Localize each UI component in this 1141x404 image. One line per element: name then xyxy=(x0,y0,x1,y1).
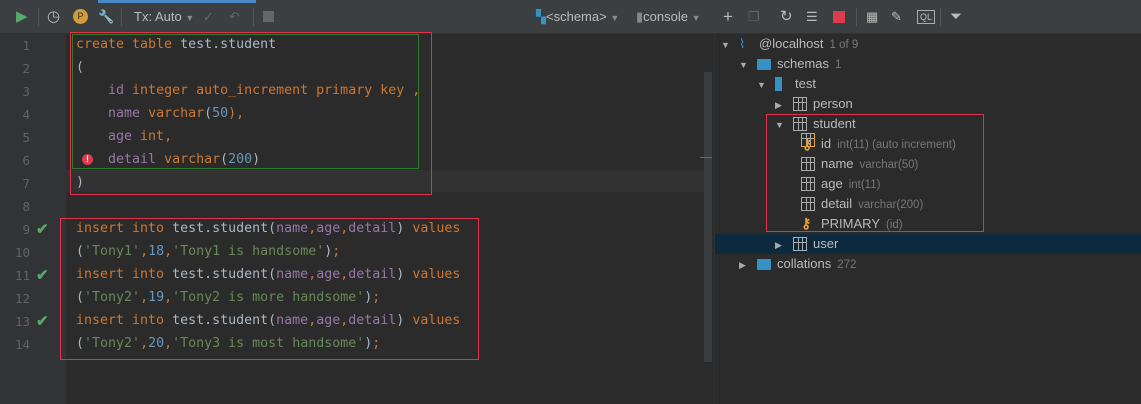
collapse-arrow-icon[interactable]: ▶ xyxy=(739,255,746,275)
filter-icon[interactable]: ⏷ xyxy=(950,8,962,26)
add-icon[interactable]: + xyxy=(723,8,733,26)
collapse-arrow-icon[interactable]: ▶ xyxy=(775,235,782,255)
separator xyxy=(38,8,39,26)
line-number: 12 xyxy=(14,291,30,306)
separator xyxy=(121,8,122,26)
tree-node-localhost[interactable]: ▼ ⌇ @localhost 1 of 9 xyxy=(715,34,1141,54)
rollback-icon[interactable]: ↶ xyxy=(229,8,240,26)
success-check-icon: ✔ xyxy=(36,267,49,284)
tree-node-label: @localhost xyxy=(759,36,824,51)
profile-icon[interactable]: P xyxy=(73,9,88,24)
line-number: 3 xyxy=(22,84,30,99)
table-view-icon[interactable]: ▦ xyxy=(866,8,878,26)
annotation-box-student xyxy=(766,114,984,232)
tree-node-text: test xyxy=(795,74,816,94)
table-icon xyxy=(793,97,807,111)
disconnect-icon[interactable] xyxy=(833,11,845,23)
error-marker xyxy=(700,157,712,158)
tree-node-meta: 272 xyxy=(837,259,857,271)
annotation-box-create xyxy=(70,32,432,195)
success-check-icon: ✔ xyxy=(36,221,49,238)
tree-node-text: schemas 1 xyxy=(777,54,841,75)
tree-node-meta: 1 of 9 xyxy=(829,39,859,51)
tree-node-person[interactable]: ▶ person xyxy=(715,94,1141,114)
line-number: 6 xyxy=(22,153,30,168)
line-number: 9 xyxy=(22,222,30,237)
editor-scrollbar[interactable] xyxy=(704,72,712,362)
folder-icon xyxy=(757,59,771,70)
tree-node-label: person xyxy=(813,96,853,111)
annotation-box-insert xyxy=(60,218,479,360)
schema-label: <schema> xyxy=(546,9,607,24)
schema-icon xyxy=(775,77,789,91)
sql-editor[interactable]: 1 2 3 4 5 6 7 8 9 ✔ 10 11 ✔ 12 13 ✔ 14 create table test… xyxy=(0,32,712,404)
toolbar: ▶ ◷ P 🔧 Tx: Auto ▼ ✓ ↶ ▚<schema> ▼ ▮cons… xyxy=(0,0,1141,34)
line-number: 1 xyxy=(22,38,30,53)
line-number: 10 xyxy=(14,245,30,260)
tx-mode-dropdown[interactable]: Tx: Auto ▼ xyxy=(134,8,194,26)
tree-node-text: @localhost 1 of 9 xyxy=(759,34,858,55)
tree-node-schemas[interactable]: ▼ schemas 1 xyxy=(715,54,1141,74)
run-icon[interactable]: ▶ xyxy=(16,8,28,26)
line-number: 14 xyxy=(14,337,30,352)
history-icon[interactable]: ◷ xyxy=(47,8,60,26)
separator xyxy=(856,8,857,26)
tree-node-label: user xyxy=(813,236,839,251)
tree-node-collations[interactable]: ▶ collations 272 xyxy=(715,254,1141,274)
tree-node-test[interactable]: ▼ test xyxy=(715,74,1141,94)
tree-node-user[interactable]: ▶ user xyxy=(715,234,1141,254)
expand-arrow-icon[interactable]: ▼ xyxy=(721,35,730,55)
collapse-arrow-icon[interactable]: ▶ xyxy=(775,95,782,115)
schema-dropdown[interactable]: ▚<schema> ▼ xyxy=(536,8,619,26)
separator xyxy=(253,8,254,26)
schema-icon: ▚ xyxy=(536,9,546,24)
expand-arrow-icon[interactable]: ▼ xyxy=(757,75,766,95)
chevron-down-icon: ▼ xyxy=(610,13,620,23)
tree-node-text: user xyxy=(813,234,838,254)
active-tab-indicator xyxy=(98,0,256,3)
editor-gutter: 1 2 3 4 5 6 7 8 9 ✔ 10 11 ✔ 12 13 ✔ 14 xyxy=(0,34,66,404)
commit-icon[interactable]: ✓ xyxy=(203,8,214,26)
tree-node-meta: 1 xyxy=(835,59,842,71)
console-label: console xyxy=(643,9,688,24)
expand-arrow-icon[interactable]: ▼ xyxy=(739,55,748,75)
host-icon: ⌇ xyxy=(739,36,746,51)
edit-icon[interactable]: ✎ xyxy=(891,8,902,26)
console-dropdown[interactable]: ▮console ▼ xyxy=(636,8,701,26)
tree-node-label: schemas xyxy=(777,56,830,71)
chevron-down-icon: ▼ xyxy=(691,13,701,23)
stop-icon[interactable] xyxy=(263,11,274,22)
line-number: 7 xyxy=(22,176,30,191)
success-check-icon: ✔ xyxy=(36,313,49,330)
line-number: 13 xyxy=(14,314,30,329)
line-number: 11 xyxy=(14,268,30,283)
folder-icon xyxy=(757,259,771,270)
line-number: 4 xyxy=(22,107,30,122)
console-ql-icon[interactable]: QL xyxy=(917,10,936,24)
tx-mode-label: Tx: Auto xyxy=(134,9,182,24)
tree-node-label: collations xyxy=(777,256,832,271)
settings-wrench-icon[interactable]: 🔧 xyxy=(98,8,114,26)
error-bulb-icon[interactable]: ! xyxy=(82,154,93,165)
chevron-down-icon: ▼ xyxy=(185,13,195,23)
tree-node-text: person xyxy=(813,94,853,114)
table-icon xyxy=(793,237,807,251)
duplicate-icon[interactable]: ❐ xyxy=(748,8,760,26)
line-number: 2 xyxy=(22,61,30,76)
tree-node-text: collations 272 xyxy=(777,254,856,275)
refresh-icon[interactable]: ↻ xyxy=(780,8,793,26)
line-number: 5 xyxy=(22,130,30,145)
tree-node-label: test xyxy=(795,76,816,91)
edit-schema-icon[interactable]: ☰ xyxy=(806,8,818,26)
separator xyxy=(940,8,941,26)
line-number: 8 xyxy=(22,199,30,214)
